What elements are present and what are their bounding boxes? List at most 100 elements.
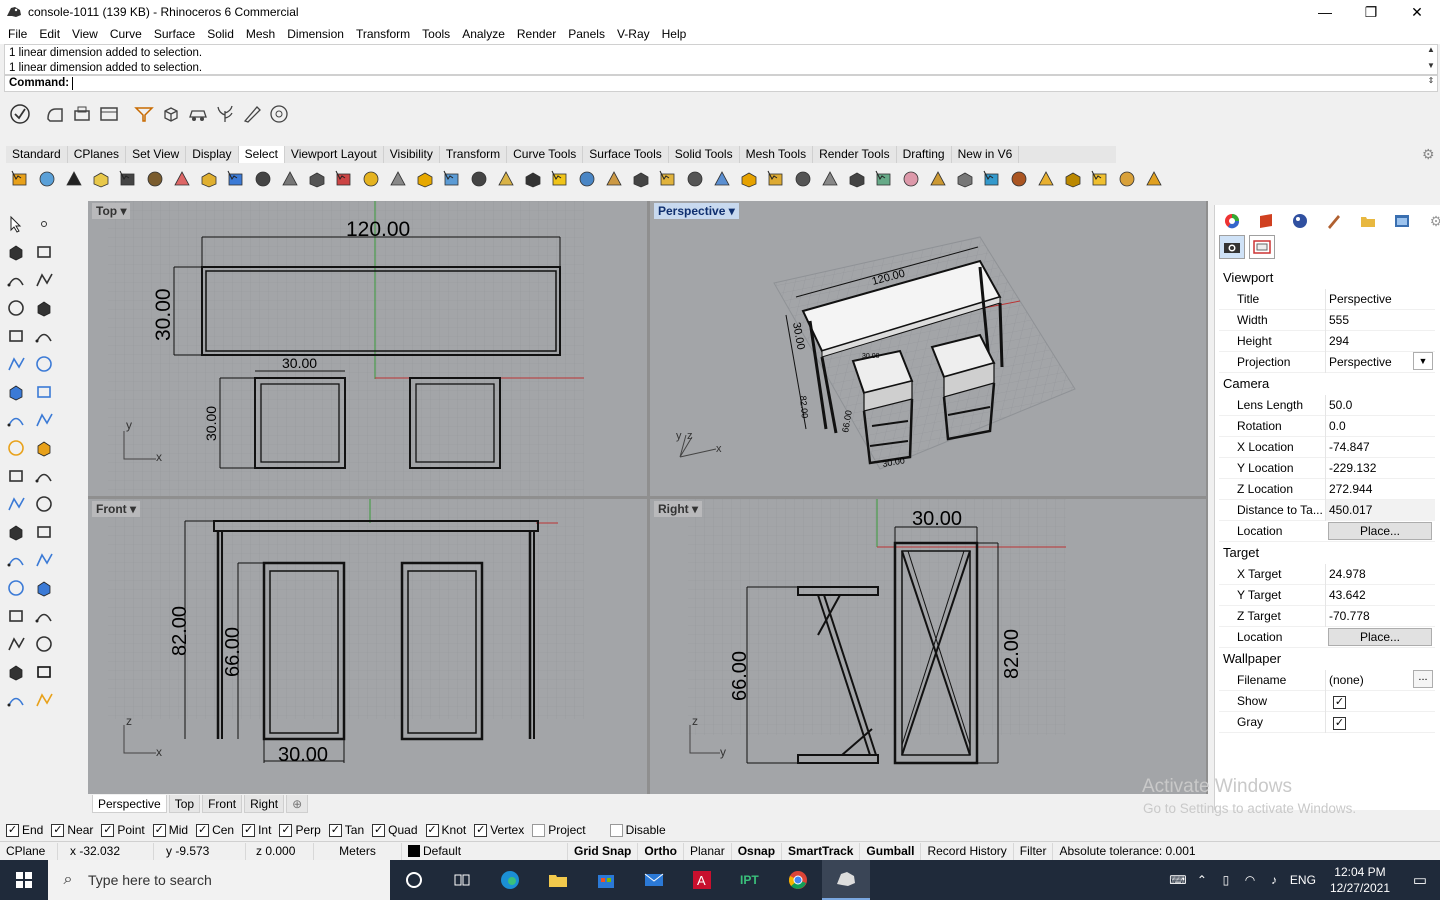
osnap-checkbox[interactable]: ✓ — [279, 823, 293, 837]
prop-value[interactable]: 50.0 — [1325, 394, 1435, 416]
cylinder-icon[interactable] — [2, 406, 30, 434]
smarttrack-toggle[interactable]: SmartTrack — [782, 842, 861, 860]
place-target-button[interactable]: Place... — [1328, 628, 1432, 646]
keyboard-icon[interactable]: ⌨ — [1166, 873, 1190, 887]
select-hatches-icon[interactable] — [467, 167, 491, 191]
chevron-down-icon[interactable]: ▼ — [1413, 351, 1433, 370]
osnap-int[interactable]: ✓ Int — [242, 823, 271, 837]
volume-icon[interactable]: ♪ — [1262, 873, 1286, 887]
command-line[interactable]: Command: — [4, 75, 1438, 92]
osnap-disable[interactable]: Disable — [609, 823, 666, 837]
tab-cplanes[interactable]: CPlanes — [68, 146, 127, 163]
history-scroll-up-icon[interactable]: ▲ — [1426, 46, 1436, 54]
arc-icon[interactable] — [2, 294, 30, 322]
distance-icon[interactable] — [30, 686, 58, 714]
units-indicator[interactable]: Meters — [314, 842, 402, 860]
gray-checkbox[interactable]: ✓ — [1333, 716, 1346, 730]
store-icon[interactable] — [582, 860, 630, 900]
layer-indicator[interactable]: Default — [402, 842, 568, 860]
browse-button[interactable]: ... — [1413, 669, 1433, 688]
select-subd-icon[interactable] — [845, 167, 869, 191]
rectangle-icon[interactable] — [30, 294, 58, 322]
osnap-checkbox[interactable]: ✓ — [328, 823, 342, 837]
select-point-clouds-icon[interactable] — [629, 167, 653, 191]
osnap-checkbox[interactable]: ✓ — [474, 823, 488, 837]
menu-dimension[interactable]: Dimension — [281, 27, 350, 41]
osnap-checkbox[interactable] — [609, 823, 623, 837]
select-polysurfaces-icon[interactable] — [359, 167, 383, 191]
mail-icon[interactable] — [630, 860, 678, 900]
viewport-right[interactable]: Right ▾ 30.00 66.00 82.00 z y — [650, 499, 1206, 794]
show-checkbox[interactable]: ✓ — [1333, 695, 1346, 709]
select-surfaces-icon[interactable] — [332, 167, 356, 191]
select-solids-icon[interactable] — [602, 167, 626, 191]
box-solid-icon[interactable] — [2, 378, 30, 406]
grid-snap-toggle[interactable]: Grid Snap — [568, 842, 639, 860]
tab-set-view[interactable]: Set View — [126, 146, 187, 163]
osnap-project[interactable]: Project — [532, 823, 586, 837]
prop-value[interactable]: 0.0 — [1325, 415, 1435, 437]
menu-surface[interactable]: Surface — [148, 27, 201, 41]
prop-value[interactable]: Perspective — [1325, 288, 1435, 310]
text-icon[interactable] — [2, 546, 30, 574]
tab-curve-tools[interactable]: Curve Tools — [507, 146, 584, 163]
sweep-surface-icon[interactable] — [30, 406, 58, 434]
select-duplicates-icon[interactable] — [791, 167, 815, 191]
toolbar-settings-gear-icon[interactable]: ⚙ — [1422, 146, 1438, 162]
select-all-icon[interactable] — [8, 167, 32, 191]
tab-select[interactable]: Select — [238, 146, 285, 163]
prop-value[interactable]: 24.978 — [1325, 563, 1435, 585]
select-children-icon[interactable] — [1115, 167, 1139, 191]
select-polylines-icon[interactable] — [305, 167, 329, 191]
viewport-top[interactable]: Top ▾ 120.00 30.00 30.00 30.00 y x — [88, 201, 647, 496]
menu-analyze[interactable]: Analyze — [456, 27, 511, 41]
select-groups-icon[interactable] — [656, 167, 680, 191]
check-icon[interactable] — [8, 102, 32, 126]
menu-file[interactable]: File — [2, 27, 33, 41]
polyline-icon[interactable] — [2, 238, 30, 266]
brush-icon[interactable] — [1321, 211, 1347, 231]
select-lights-spot-icon[interactable] — [1007, 167, 1031, 191]
menu-transform[interactable]: Transform — [350, 27, 416, 41]
prop-value[interactable]: -229.132 — [1325, 457, 1435, 479]
prop-value[interactable]: -74.847 — [1325, 436, 1435, 458]
color-wheel-icon[interactable] — [1219, 211, 1245, 231]
tab-display[interactable]: Display — [186, 146, 239, 163]
projection-select[interactable]: Perspective ▼ — [1325, 351, 1435, 373]
clock[interactable]: 12:04 PM 12/27/2021 — [1320, 864, 1400, 896]
prop-value[interactable]: 555 — [1325, 309, 1435, 331]
osnap-checkbox[interactable]: ✓ — [6, 823, 19, 837]
point-icon[interactable] — [30, 210, 58, 238]
prop-value[interactable]: -70.778 — [1325, 605, 1435, 627]
chrome-icon[interactable] — [774, 860, 822, 900]
curve-icon[interactable] — [30, 238, 58, 266]
menu-mesh[interactable]: Mesh — [240, 27, 281, 41]
select-blocks-instance-icon[interactable] — [683, 167, 707, 191]
tab-surface-tools[interactable]: Surface Tools — [583, 146, 669, 163]
ortho-toggle[interactable]: Ortho — [638, 842, 685, 860]
osnap-quad[interactable]: ✓ Quad — [372, 823, 418, 837]
folder-icon[interactable] — [1355, 211, 1381, 231]
window-icon[interactable] — [97, 102, 121, 126]
start-button[interactable] — [0, 860, 48, 900]
select-render-color-icon[interactable] — [872, 167, 896, 191]
tab-viewport-layout[interactable]: Viewport Layout — [285, 146, 384, 163]
osnap-mid[interactable]: ✓ Mid — [152, 823, 188, 837]
car-icon[interactable] — [186, 102, 210, 126]
copy-icon[interactable] — [30, 462, 58, 490]
select-parents-icon[interactable] — [1142, 167, 1166, 191]
sweep-icon[interactable] — [43, 102, 67, 126]
ipt-app-icon[interactable]: IPT — [726, 860, 774, 900]
select-lights-icon[interactable] — [170, 167, 194, 191]
chevron-up-icon[interactable]: ⌃ — [1190, 873, 1214, 887]
device-icon[interactable]: ▯ — [1214, 873, 1238, 887]
polygon-icon[interactable] — [2, 322, 30, 350]
select-bad-objects-icon[interactable] — [764, 167, 788, 191]
tab-visibility[interactable]: Visibility — [384, 146, 440, 163]
invert-selection-icon[interactable] — [62, 167, 86, 191]
menu-vray[interactable]: V-Ray — [611, 27, 656, 41]
move-icon[interactable] — [2, 462, 30, 490]
environment-icon[interactable] — [1287, 211, 1313, 231]
select-last-icon[interactable] — [89, 167, 113, 191]
cortana-icon[interactable] — [390, 860, 438, 900]
